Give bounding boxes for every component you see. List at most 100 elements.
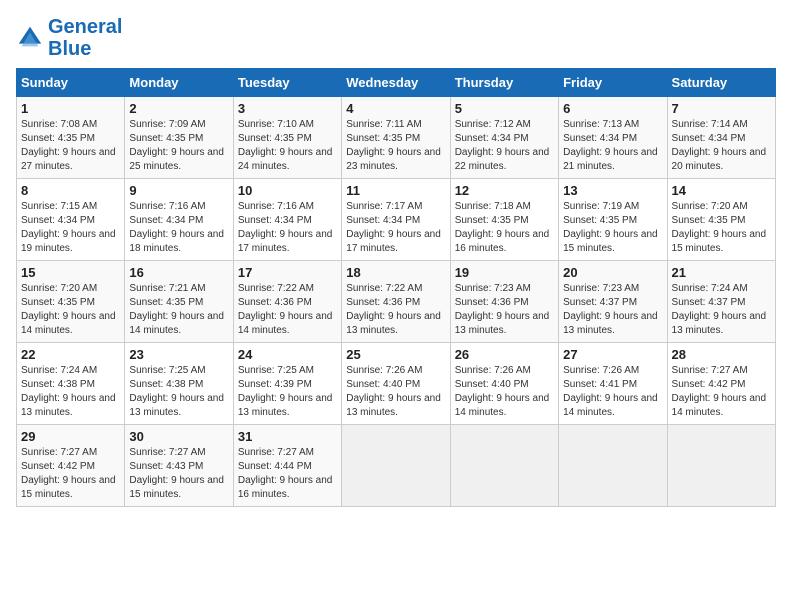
calendar-cell: 25Sunrise: 7:26 AMSunset: 4:40 PMDayligh… [342,343,450,425]
day-number: 31 [238,429,337,444]
day-number: 30 [129,429,228,444]
day-info: Sunrise: 7:25 AMSunset: 4:38 PMDaylight:… [129,364,228,420]
day-info: Sunrise: 7:20 AMSunset: 4:35 PMDaylight:… [672,200,771,256]
calendar-cell: 27 Sunrise: 7:26 AMSunset: 4:41 PMDayligh… [559,343,667,425]
calendar-cell: 20Sunrise: 7:23 AMSunset: 4:37 PMDayligh… [559,261,667,343]
day-info: Sunrise: 7:16 AMSunset: 4:34 PMDaylight:… [238,200,337,256]
day-number: 24 [238,347,337,362]
calendar-body: 1 Sunrise: 7:08 AMSunset: 4:35 PMDaylight… [17,97,776,507]
day-info: Sunrise: 7:27 AMSunset: 4:43 PMDaylight:… [129,446,228,502]
calendar-cell: 15 Sunrise: 7:20 AMSunset: 4:35 PMDayligh… [17,261,125,343]
calendar-cell: 9Sunrise: 7:16 AMSunset: 4:34 PMDaylight… [125,179,233,261]
day-of-week-tuesday: Tuesday [233,69,341,97]
day-info: Sunrise: 7:21 AMSunset: 4:35 PMDaylight:… [129,282,228,338]
day-number: 10 [238,183,337,198]
week-row-1: 1 Sunrise: 7:08 AMSunset: 4:35 PMDaylight… [17,97,776,179]
calendar-cell: 1 Sunrise: 7:08 AMSunset: 4:35 PMDaylight… [17,97,125,179]
day-info: Sunrise: 7:11 AMSunset: 4:35 PMDaylight:… [346,118,445,174]
day-info: Sunrise: 7:26 AMSunset: 4:40 PMDaylight:… [346,364,445,420]
calendar-cell: 22 Sunrise: 7:24 AMSunset: 4:38 PMDayligh… [17,343,125,425]
day-number: 28 [672,347,771,362]
day-info: Sunrise: 7:23 AMSunset: 4:36 PMDaylight:… [455,282,554,338]
day-of-week-friday: Friday [559,69,667,97]
day-number: 7 [672,101,771,116]
day-number: 27 [563,347,662,362]
day-info: Sunrise: 7:24 AMSunset: 4:37 PMDaylight:… [672,282,771,338]
day-number: 17 [238,265,337,280]
calendar-cell: 11 Sunrise: 7:17 AMSunset: 4:34 PMDayligh… [342,179,450,261]
day-info: Sunrise: 7:27 AMSunset: 4:42 PMDaylight:… [672,364,771,420]
day-number: 14 [672,183,771,198]
day-number: 23 [129,347,228,362]
day-info: Sunrise: 7:13 AMSunset: 4:34 PMDaylight:… [563,118,662,174]
day-of-week-wednesday: Wednesday [342,69,450,97]
calendar-cell: 2 Sunrise: 7:09 AMSunset: 4:35 PMDaylight… [125,97,233,179]
day-number: 6 [563,101,662,116]
day-of-week-monday: Monday [125,69,233,97]
day-number: 26 [455,347,554,362]
day-info: Sunrise: 7:08 AMSunset: 4:35 PMDaylight:… [21,118,120,174]
calendar-cell [559,425,667,507]
day-info: Sunrise: 7:14 AMSunset: 4:34 PMDaylight:… [672,118,771,174]
day-info: Sunrise: 7:27 AMSunset: 4:44 PMDaylight:… [238,446,337,502]
day-number: 12 [455,183,554,198]
calendar-cell: 4 Sunrise: 7:11 AMSunset: 4:35 PMDaylight… [342,97,450,179]
day-info: Sunrise: 7:25 AMSunset: 4:39 PMDaylight:… [238,364,337,420]
day-number: 19 [455,265,554,280]
day-number: 8 [21,183,120,198]
day-info: Sunrise: 7:16 AMSunset: 4:34 PMDaylight:… [129,200,228,256]
day-info: Sunrise: 7:22 AMSunset: 4:36 PMDaylight:… [238,282,337,338]
day-number: 21 [672,265,771,280]
calendar-cell: 7 Sunrise: 7:14 AMSunset: 4:34 PMDaylight… [667,97,775,179]
calendar-cell [450,425,558,507]
day-info: Sunrise: 7:23 AMSunset: 4:37 PMDaylight:… [563,282,662,338]
day-number: 2 [129,101,228,116]
day-info: Sunrise: 7:15 AMSunset: 4:34 PMDaylight:… [21,200,120,256]
calendar-cell: 30 Sunrise: 7:27 AMSunset: 4:43 PMDayligh… [125,425,233,507]
day-number: 4 [346,101,445,116]
day-number: 5 [455,101,554,116]
day-number: 15 [21,265,120,280]
day-number: 16 [129,265,228,280]
day-info: Sunrise: 7:26 AMSunset: 4:40 PMDaylight:… [455,364,554,420]
week-row-5: 29Sunrise: 7:27 AMSunset: 4:42 PMDayligh… [17,425,776,507]
day-info: Sunrise: 7:22 AMSunset: 4:36 PMDaylight:… [346,282,445,338]
day-info: Sunrise: 7:10 AMSunset: 4:35 PMDaylight:… [238,118,337,174]
day-number: 29 [21,429,120,444]
calendar-table: SundayMondayTuesdayWednesdayThursdayFrid… [16,68,776,507]
day-info: Sunrise: 7:26 AMSunset: 4:41 PMDaylight:… [563,364,662,420]
week-row-4: 22 Sunrise: 7:24 AMSunset: 4:38 PMDayligh… [17,343,776,425]
logo-icon [16,24,44,52]
calendar-cell: 17 Sunrise: 7:22 AMSunset: 4:36 PMDayligh… [233,261,341,343]
calendar-cell: 6 Sunrise: 7:13 AMSunset: 4:34 PMDaylight… [559,97,667,179]
day-of-week-thursday: Thursday [450,69,558,97]
calendar-cell [667,425,775,507]
calendar-cell [342,425,450,507]
week-row-3: 15 Sunrise: 7:20 AMSunset: 4:35 PMDayligh… [17,261,776,343]
calendar-cell: 14 Sunrise: 7:20 AMSunset: 4:35 PMDayligh… [667,179,775,261]
calendar-cell: 19 Sunrise: 7:23 AMSunset: 4:36 PMDayligh… [450,261,558,343]
day-number: 11 [346,183,445,198]
day-info: Sunrise: 7:20 AMSunset: 4:35 PMDaylight:… [21,282,120,338]
day-number: 13 [563,183,662,198]
calendar-cell: 5Sunrise: 7:12 AMSunset: 4:34 PMDaylight… [450,97,558,179]
day-info: Sunrise: 7:17 AMSunset: 4:34 PMDaylight:… [346,200,445,256]
calendar-cell: 28 Sunrise: 7:27 AMSunset: 4:42 PMDayligh… [667,343,775,425]
day-number: 1 [21,101,120,116]
calendar-cell: 24 Sunrise: 7:25 AMSunset: 4:39 PMDayligh… [233,343,341,425]
page-header: General Blue [16,16,776,60]
logo: General Blue [16,16,122,60]
day-info: Sunrise: 7:18 AMSunset: 4:35 PMDaylight:… [455,200,554,256]
logo-text: General Blue [48,16,122,60]
calendar-cell: 8 Sunrise: 7:15 AMSunset: 4:34 PMDaylight… [17,179,125,261]
calendar-cell: 3Sunrise: 7:10 AMSunset: 4:35 PMDaylight… [233,97,341,179]
day-number: 18 [346,265,445,280]
week-row-2: 8 Sunrise: 7:15 AMSunset: 4:34 PMDaylight… [17,179,776,261]
day-info: Sunrise: 7:09 AMSunset: 4:35 PMDaylight:… [129,118,228,174]
day-of-week-sunday: Sunday [17,69,125,97]
calendar-cell: 16 Sunrise: 7:21 AMSunset: 4:35 PMDayligh… [125,261,233,343]
day-number: 22 [21,347,120,362]
logo-blue: Blue [48,38,91,60]
day-info: Sunrise: 7:24 AMSunset: 4:38 PMDaylight:… [21,364,120,420]
calendar-cell: 29Sunrise: 7:27 AMSunset: 4:42 PMDayligh… [17,425,125,507]
